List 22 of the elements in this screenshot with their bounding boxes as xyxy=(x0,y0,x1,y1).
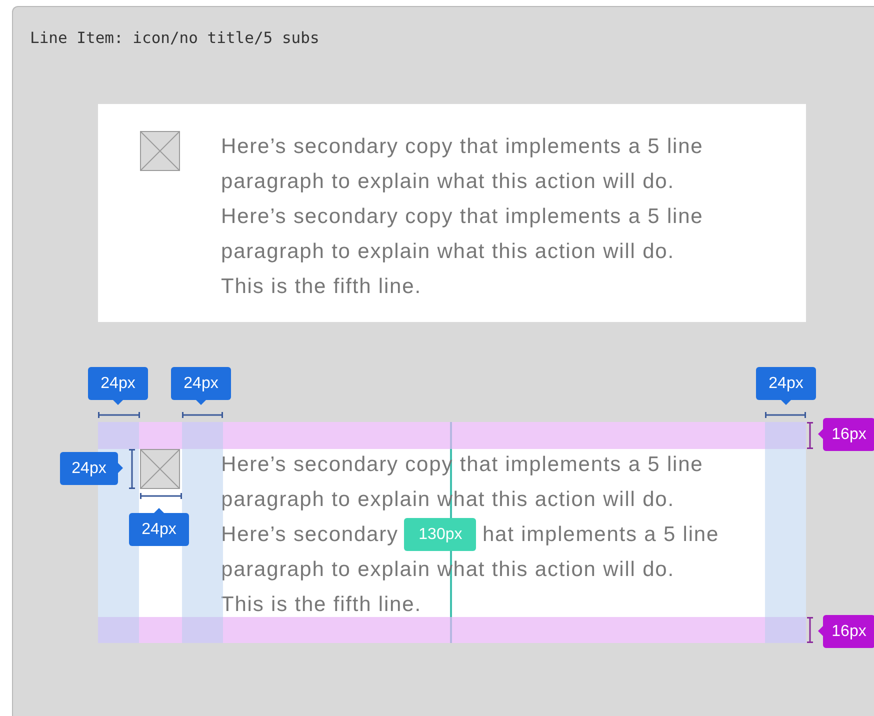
measurement-label: 130px xyxy=(404,518,476,551)
text-line: hat implements a 5 line xyxy=(482,522,720,548)
image-placeholder-icon xyxy=(140,131,180,171)
measurement-label: 24px xyxy=(171,367,231,400)
measurement-label: 24px xyxy=(129,513,189,546)
dimension-line xyxy=(807,422,813,449)
text-line: This is the fifth line. xyxy=(221,592,422,618)
measurement-label: 16px xyxy=(823,418,874,451)
frame-title: Line Item: icon/no title/5 subs xyxy=(30,29,320,49)
image-placeholder-icon xyxy=(140,449,180,489)
measurement-label: 24px xyxy=(756,367,816,400)
dimension-line xyxy=(765,412,806,418)
measurement-label: 24px xyxy=(88,367,148,400)
dimension-line xyxy=(98,412,140,418)
dimension-line xyxy=(129,449,135,489)
measurement-label: 24px xyxy=(60,452,118,485)
dimension-line xyxy=(807,617,813,643)
measurement-label: 16px xyxy=(823,615,874,648)
dimension-line xyxy=(140,493,182,499)
paragraph-text: Here’s secondary copy that implements a 5 line paragraph to explain what this action will do. Here’s secondary copy that implements a 5 line paragraph to explain what this action will do. This is the fifth line. xyxy=(221,134,704,300)
text-line: Here’s secondary xyxy=(221,522,398,548)
dimension-line xyxy=(182,412,223,418)
